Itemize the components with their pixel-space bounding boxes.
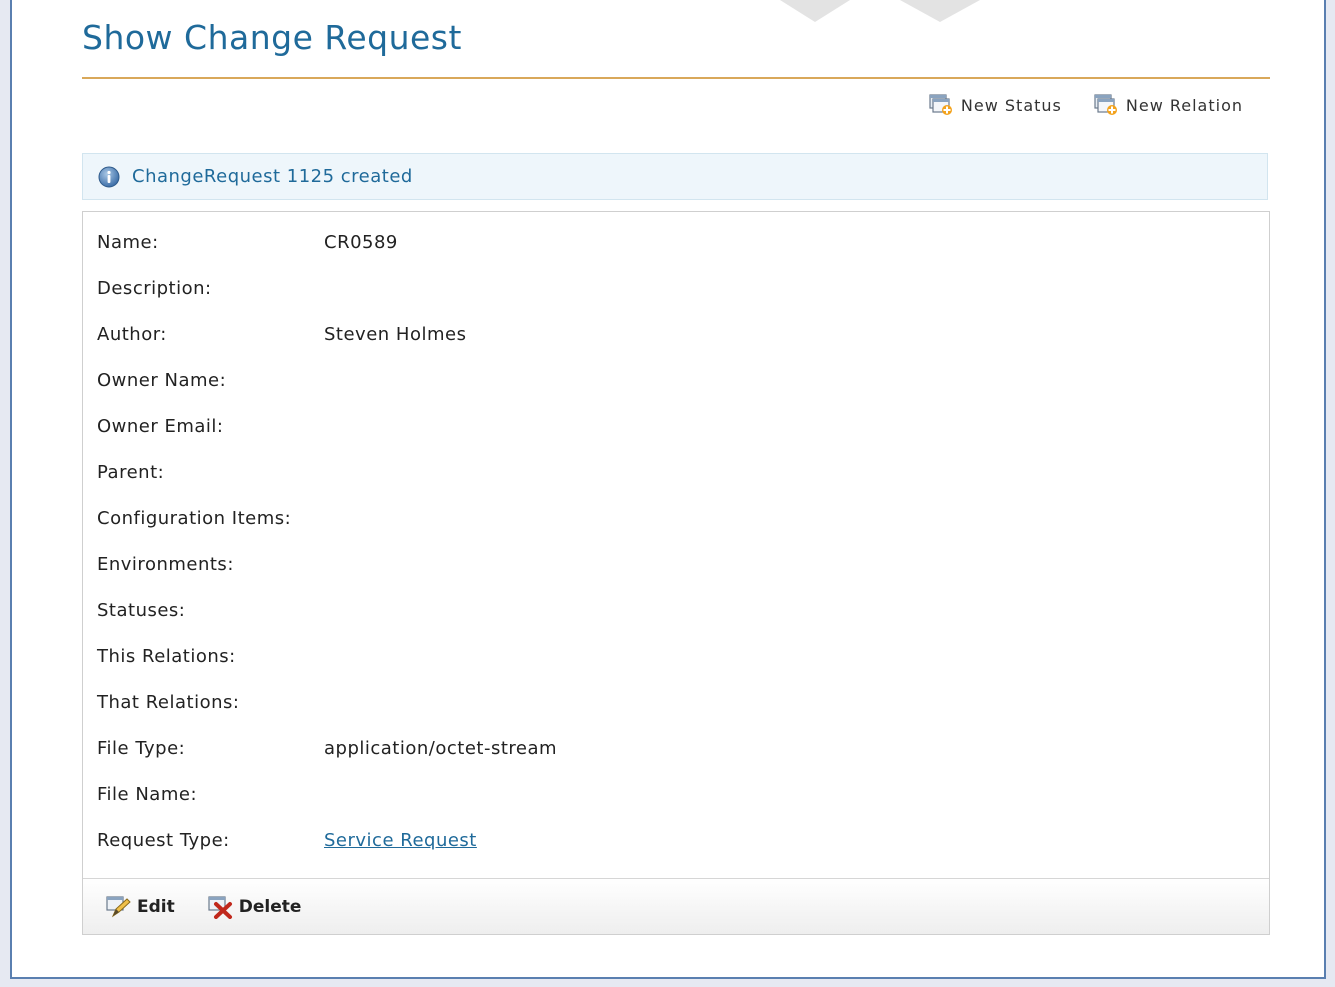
top-action-bar: New Status New Relation <box>929 94 1243 116</box>
edit-pencil-icon <box>106 895 131 917</box>
new-status-link[interactable]: New Status <box>929 94 1062 116</box>
info-icon <box>98 166 120 187</box>
top-decoration <box>780 0 980 22</box>
field-label: Statuses: <box>97 600 186 621</box>
field-label: Owner Name: <box>97 370 227 391</box>
field-label: Author: <box>97 324 167 345</box>
field-label: Description: <box>97 278 212 299</box>
delete-x-icon <box>208 895 232 919</box>
field-label: File Type: <box>97 738 186 759</box>
edit-label: Edit <box>137 896 175 917</box>
field-value: Steven Holmes <box>324 324 467 345</box>
delete-button[interactable]: Delete <box>207 895 302 919</box>
new-relation-link[interactable]: New Relation <box>1094 94 1243 116</box>
decoration-right-triangle <box>900 0 980 22</box>
add-window-icon <box>1094 94 1117 115</box>
field-label: Request Type: <box>97 830 230 851</box>
footer-action-bar: Edit Delete <box>83 878 1269 934</box>
new-status-label: New Status <box>960 95 1062 115</box>
decoration-left-triangle <box>780 0 850 22</box>
request-type-link[interactable]: Service Request <box>324 830 477 851</box>
title-divider <box>82 77 1270 79</box>
field-label: This Relations: <box>97 646 236 667</box>
edit-button[interactable]: Edit <box>105 895 175 919</box>
field-label: Owner Email: <box>97 416 224 437</box>
page-title: Show Change Request <box>82 18 462 57</box>
field-label: That Relations: <box>97 692 240 713</box>
field-value: application/octet-stream <box>324 738 558 759</box>
field-label: Environments: <box>97 554 234 575</box>
field-label: File Name: <box>97 784 198 805</box>
delete-label: Delete <box>238 896 302 917</box>
detail-panel: Name: CR0589 Description: Author: Steven… <box>82 211 1270 935</box>
field-value: CR0589 <box>324 232 398 253</box>
field-label: Parent: <box>97 462 165 483</box>
field-label: Name: <box>97 232 159 253</box>
field-label: Configuration Items: <box>97 508 292 529</box>
flash-notice: ChangeRequest 1125 created <box>82 153 1268 200</box>
flash-message: ChangeRequest 1125 created <box>132 166 413 187</box>
new-relation-label: New Relation <box>1125 95 1243 115</box>
add-window-icon <box>929 94 952 115</box>
